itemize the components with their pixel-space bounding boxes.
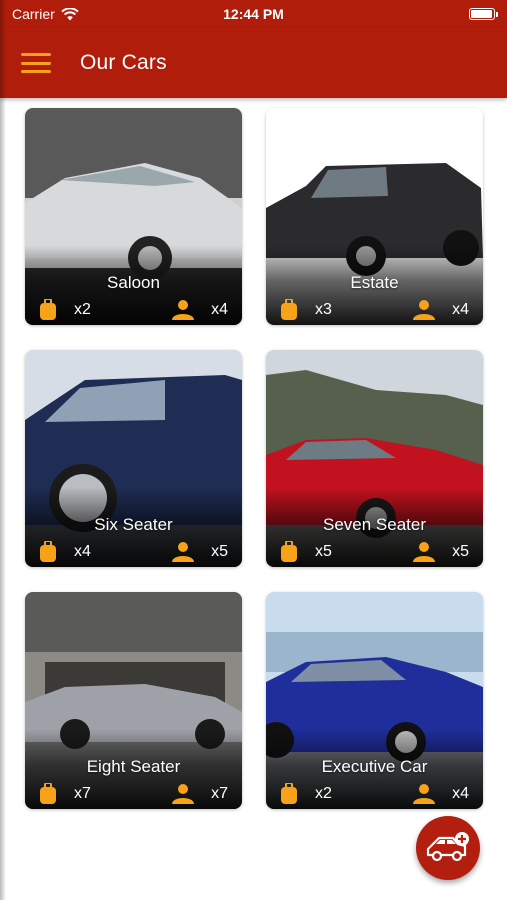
car-name: Six Seater (94, 515, 173, 534)
car-stats: x4 x5 (25, 537, 242, 567)
battery-icon (469, 8, 498, 20)
passenger-stat: x4 (172, 300, 228, 320)
passenger-count: x4 (452, 301, 469, 318)
car-card-six-seater[interactable]: Six Seater x4 x5 (25, 350, 242, 567)
luggage-stat: x7 (39, 783, 91, 805)
car-name: Saloon (107, 273, 160, 292)
app-bar: Our Cars (0, 28, 507, 98)
car-name: Eight Seater (86, 757, 181, 776)
luggage-icon (280, 299, 298, 321)
luggage-stat: x5 (280, 541, 332, 563)
car-stats: x5 x5 (266, 537, 483, 567)
luggage-icon (280, 783, 298, 805)
car-stats: x2 x4 (25, 295, 242, 325)
luggage-count: x2 (74, 301, 91, 318)
luggage-count: x5 (315, 543, 332, 560)
carrier-label: Carrier (12, 6, 55, 22)
passenger-stat: x4 (413, 300, 469, 320)
luggage-icon (39, 541, 57, 563)
passenger-stat: x5 (172, 542, 228, 562)
wifi-icon (61, 7, 79, 21)
luggage-icon (280, 541, 298, 563)
person-icon (172, 300, 195, 320)
car-card-seven-seater[interactable]: Seven Seater x5 x5 (266, 350, 483, 567)
luggage-count: x3 (315, 301, 332, 318)
drawer-edge-shadow (0, 0, 6, 900)
person-icon (172, 542, 195, 562)
car-card-eight-seater[interactable]: Eight Seater x7 x7 (25, 592, 242, 809)
person-icon (413, 542, 436, 562)
page-title: Our Cars (80, 51, 167, 74)
passenger-count: x7 (211, 785, 228, 802)
add-car-icon (425, 831, 471, 865)
passenger-count: x4 (452, 785, 469, 802)
luggage-count: x4 (74, 543, 91, 560)
passenger-stat: x5 (413, 542, 469, 562)
passenger-stat: x4 (413, 784, 469, 804)
car-card-executive-car[interactable]: Executive Car x2 x4 (266, 592, 483, 809)
luggage-stat: x2 (280, 783, 332, 805)
passenger-count: x4 (211, 301, 228, 318)
person-icon (413, 784, 436, 804)
car-stats: x7 x7 (25, 779, 242, 809)
passenger-count: x5 (211, 543, 228, 560)
hamburger-menu-icon[interactable] (21, 53, 51, 73)
luggage-stat: x3 (280, 299, 332, 321)
luggage-stat: x2 (39, 299, 91, 321)
status-left: Carrier (12, 6, 79, 22)
car-stats: x2 x4 (266, 779, 483, 809)
person-icon (413, 300, 436, 320)
car-stats: x3 x4 (266, 295, 483, 325)
luggage-count: x2 (315, 785, 332, 802)
passenger-stat: x7 (172, 784, 228, 804)
car-name: Executive Car (321, 757, 428, 776)
passenger-count: x5 (452, 543, 469, 560)
car-name: Estate (350, 273, 399, 292)
car-card-estate[interactable]: Estate x3 x4 (266, 108, 483, 325)
luggage-count: x7 (74, 785, 91, 802)
luggage-icon (39, 299, 57, 321)
person-icon (172, 784, 195, 804)
car-card-saloon[interactable]: Saloon x2 x4 (25, 108, 242, 325)
status-bar: Carrier 12:44 PM (0, 0, 507, 28)
luggage-stat: x4 (39, 541, 91, 563)
add-booking-fab[interactable] (416, 816, 480, 880)
car-name: Seven Seater (322, 515, 426, 534)
luggage-icon (39, 783, 57, 805)
